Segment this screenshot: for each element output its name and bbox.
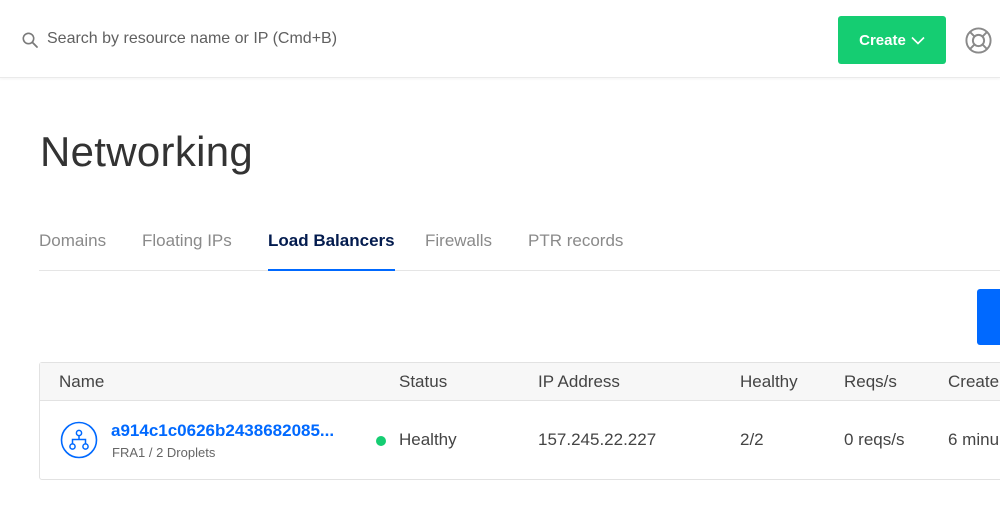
- tab-load-balancers[interactable]: Load Balancers: [268, 221, 395, 271]
- create-load-balancer-button[interactable]: [977, 289, 1000, 345]
- tab-floating-ips[interactable]: Floating IPs: [142, 221, 232, 271]
- load-balancers-table: Name Status IP Address Healthy Reqs/s Cr…: [39, 362, 1000, 480]
- table-header: Name Status IP Address Healthy Reqs/s Cr…: [40, 363, 1000, 401]
- cell-status: Healthy: [399, 430, 457, 449]
- cell-ip-address: 157.245.22.227: [538, 430, 657, 449]
- column-header-healthy[interactable]: Healthy: [740, 372, 798, 392]
- tab-ptr-records[interactable]: PTR records: [528, 221, 623, 271]
- cell-healthy: 2/2: [740, 430, 764, 449]
- load-balancer-region-droplets: FRA1 / 2 Droplets: [112, 445, 216, 460]
- column-header-status[interactable]: Status: [399, 372, 447, 392]
- lifebuoy-icon[interactable]: [964, 26, 993, 55]
- status-healthy-icon: [376, 436, 386, 446]
- cell-reqs: 0 reqs/s: [844, 430, 905, 449]
- table-row: a914c1c0626b2438682085... FRA1 / 2 Dropl…: [40, 401, 1000, 479]
- tab-domains[interactable]: Domains: [39, 221, 106, 271]
- column-header-created[interactable]: Create: [948, 372, 999, 392]
- create-button[interactable]: Create: [838, 16, 946, 64]
- page-title: Networking: [40, 128, 254, 175]
- search-icon: [22, 32, 38, 48]
- cell-created: 6 minu: [948, 430, 1000, 449]
- top-bar: Create: [0, 0, 1000, 78]
- load-balancer-icon: [60, 421, 98, 459]
- create-button-label: Create: [859, 31, 906, 49]
- load-balancer-name-link[interactable]: a914c1c0626b2438682085...: [111, 421, 361, 441]
- column-header-ip-address[interactable]: IP Address: [538, 372, 620, 392]
- tab-firewalls[interactable]: Firewalls: [425, 221, 492, 271]
- column-header-reqs[interactable]: Reqs/s: [844, 372, 897, 392]
- networking-tabs: Domains Floating IPs Load Balancers Fire…: [39, 221, 1000, 271]
- column-header-name[interactable]: Name: [59, 372, 104, 392]
- search-input[interactable]: [47, 26, 607, 52]
- chevron-down-icon: [911, 36, 925, 45]
